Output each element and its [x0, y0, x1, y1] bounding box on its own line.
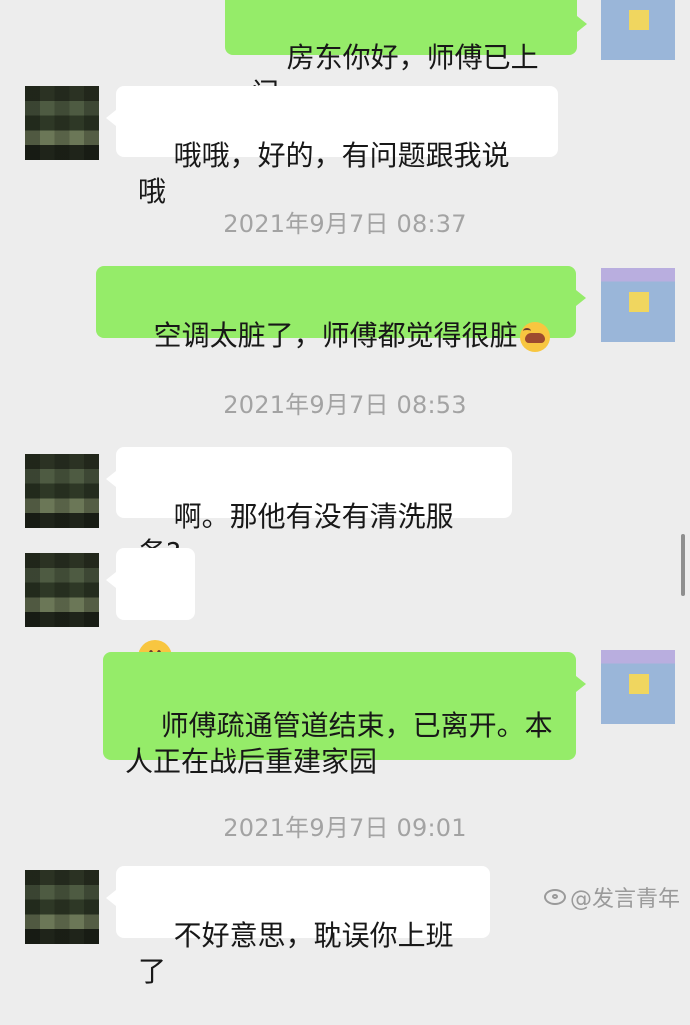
message-text-5: 师傅疏通管道结束，已离开。本 人正在战后重建家园	[125, 708, 553, 778]
avatar-self-1[interactable]	[601, 0, 675, 60]
avatar-contact-2[interactable]	[25, 454, 99, 528]
face-with-tears-icon	[519, 321, 550, 352]
watermark-text: @发言青年	[569, 887, 680, 912]
avatar-contact-1[interactable]	[25, 86, 99, 160]
avatar-self-2[interactable]	[601, 268, 675, 342]
scrollbar-thumb[interactable]	[681, 534, 685, 596]
timestamp-2: 2021年9月7日 08:53	[223, 391, 467, 419]
watermark: @发言青年	[543, 881, 680, 913]
message-bubble-right-3[interactable]: 师傅疏通管道结束，已离开。本 人正在战后重建家园	[103, 652, 586, 778]
avatar-self-3[interactable]	[601, 650, 675, 724]
message-text-6: 不好意思，耽误你上班了	[138, 918, 454, 988]
timestamp-3: 2021年9月7日 09:01	[223, 814, 467, 842]
message-bubble-right-2[interactable]: 空调太脏了，师傅都觉得很脏	[96, 266, 586, 352]
message-bubble-left-2[interactable]: 啊。那他有没有清洗服务?	[106, 447, 512, 569]
message-bubble-left-3[interactable]	[106, 548, 195, 674]
message-bubble-left-4[interactable]: 不好意思，耽误你上班了	[106, 866, 490, 988]
avatar-contact-4[interactable]	[25, 870, 99, 944]
message-text-3: 空调太脏了，师傅都觉得很脏	[153, 318, 518, 352]
timestamp-1: 2021年9月7日 08:37	[223, 210, 467, 238]
avatar-contact-3[interactable]	[25, 553, 99, 627]
message-bubble-right-1[interactable]: 房东你好，师傅已上门	[225, 0, 587, 110]
message-text-2: 哦哦，好的，有问题跟我说哦	[138, 138, 510, 208]
message-bubble-left-1[interactable]: 哦哦，好的，有问题跟我说哦	[106, 86, 558, 208]
chat-thread: 房东你好，师傅已上门 哦哦，好的，有问题跟我说哦 2021年9月7日 08:37…	[0, 0, 690, 988]
weibo-icon	[543, 889, 566, 905]
